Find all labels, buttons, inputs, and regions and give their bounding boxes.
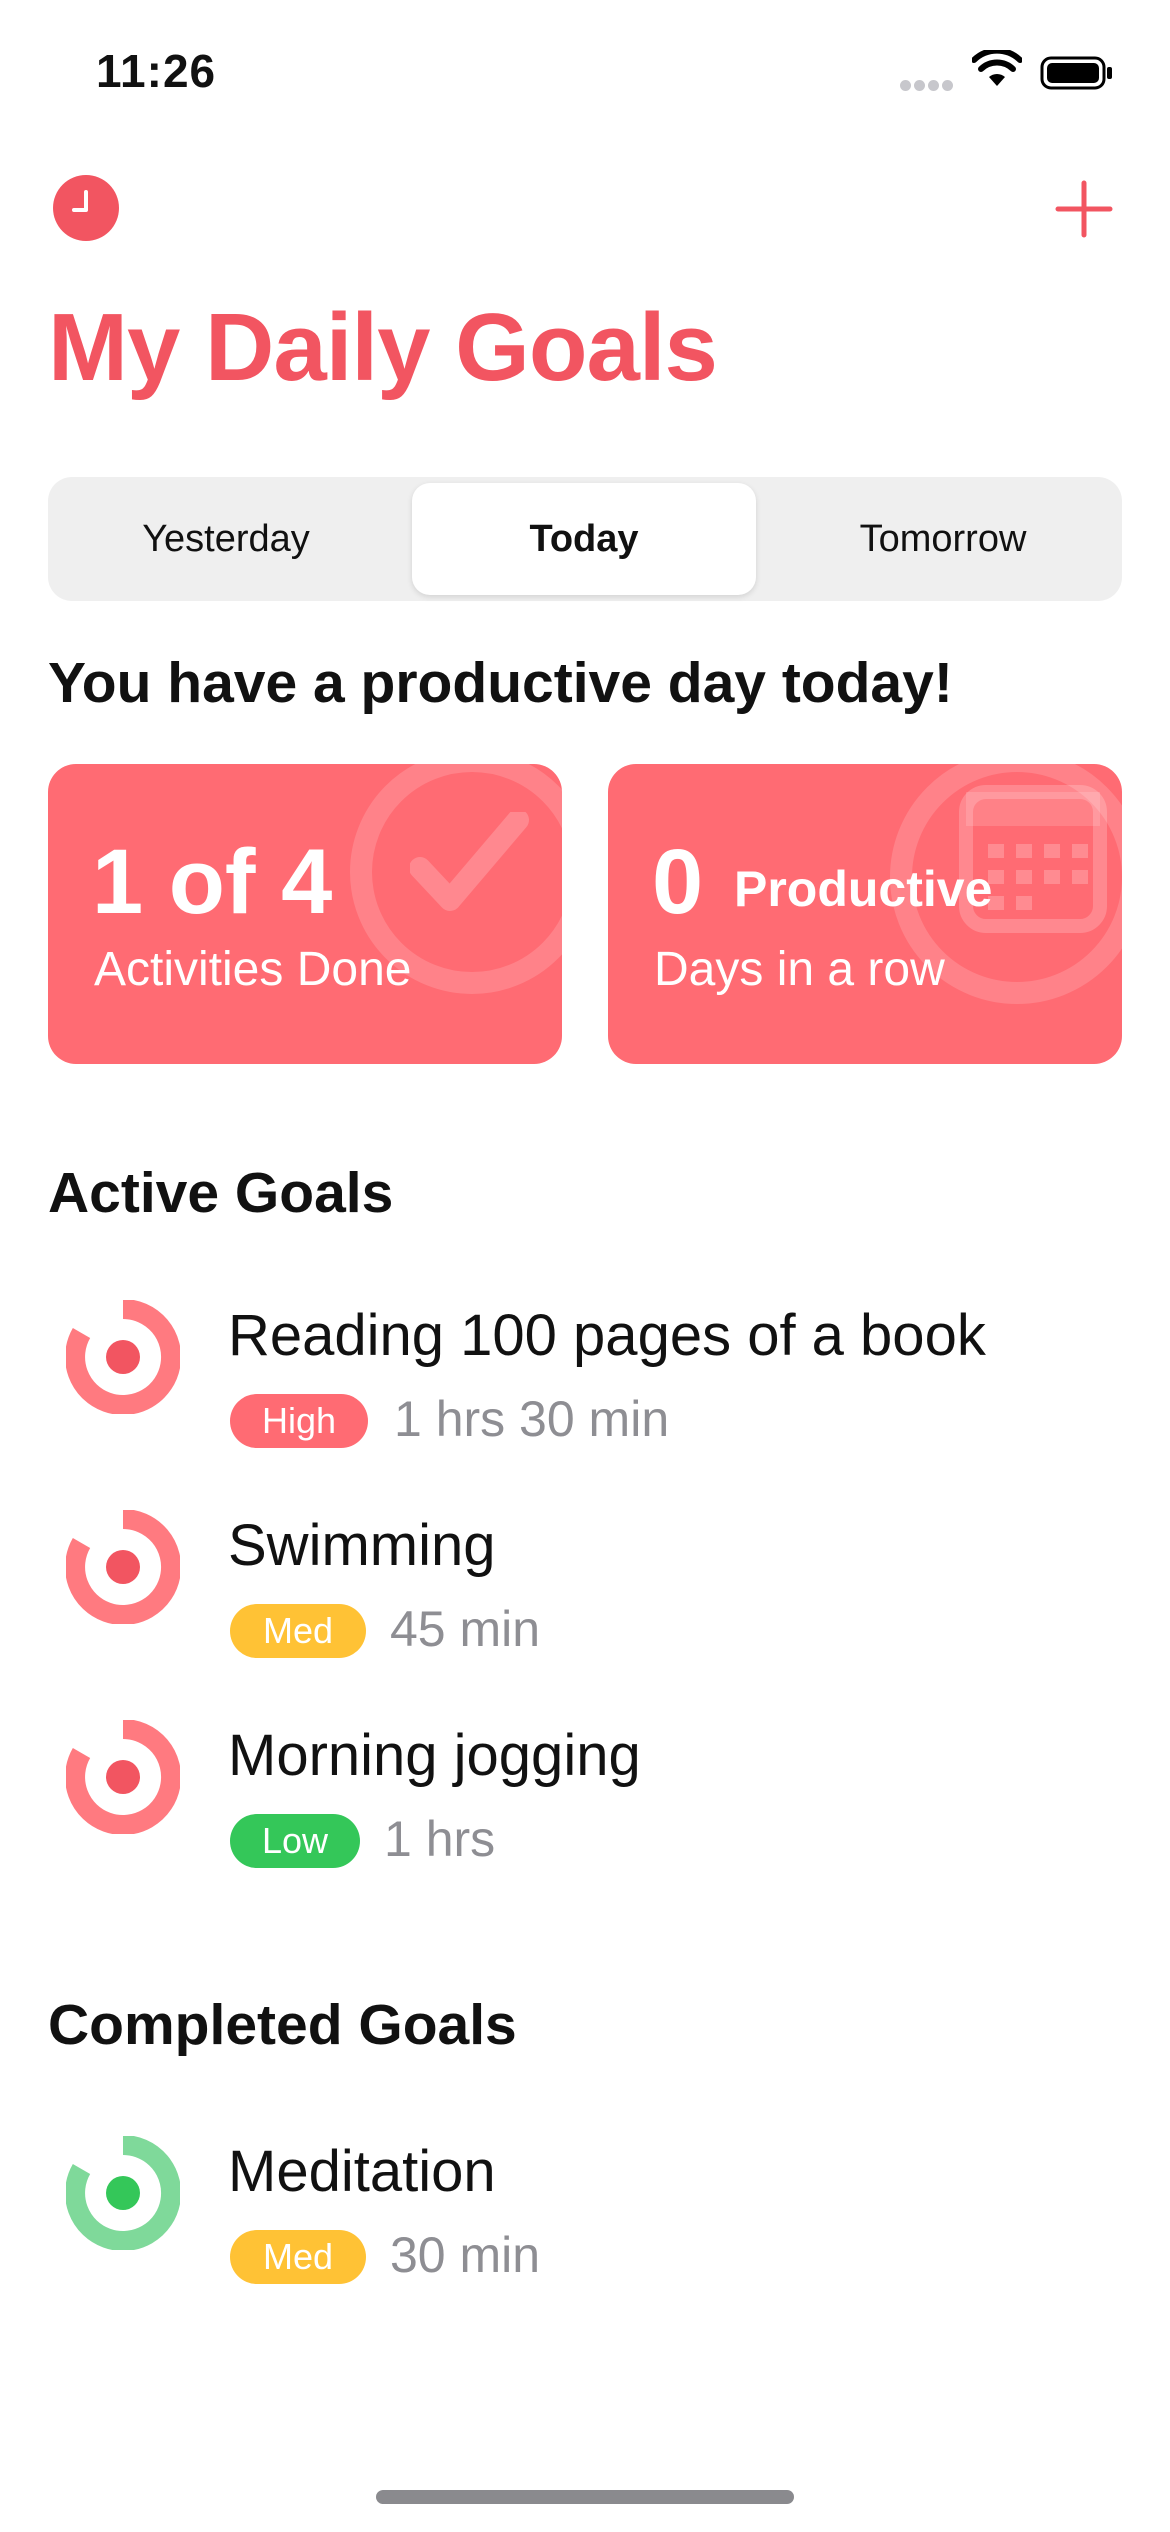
progress-ring-icon bbox=[66, 1510, 180, 1624]
goal-title: Morning jogging bbox=[228, 1723, 641, 1788]
progress-ring-icon bbox=[66, 1720, 180, 1834]
goal-title: Swimming bbox=[228, 1513, 496, 1578]
priority-badge: Low bbox=[230, 1814, 360, 1868]
clock-button[interactable] bbox=[53, 175, 119, 241]
activities-label: Activities Done bbox=[94, 943, 412, 996]
battery-icon bbox=[1040, 56, 1112, 90]
home-indicator[interactable] bbox=[376, 2490, 794, 2504]
plus-icon bbox=[1055, 180, 1113, 238]
goal-duration: 45 min bbox=[390, 1601, 541, 1657]
priority-badge: Med bbox=[230, 2230, 366, 2284]
wifi-icon bbox=[972, 50, 1022, 86]
goal-title: Meditation bbox=[228, 2139, 496, 2204]
goal-title: Reading 100 pages of a book bbox=[228, 1303, 986, 1368]
clock-icon bbox=[72, 190, 88, 212]
active-goals-heading: Active Goals bbox=[48, 1161, 394, 1225]
completed-goals-heading: Completed Goals bbox=[48, 1993, 517, 2057]
streak-count: 0 bbox=[652, 831, 704, 933]
goal-duration: 1 hrs bbox=[384, 1811, 496, 1867]
productive-streak-card: 0 Productive Days in a row bbox=[608, 764, 1122, 1064]
status-time: 11:26 bbox=[96, 45, 217, 97]
checkmark-icon bbox=[410, 812, 529, 911]
activities-count: 1 of 4 bbox=[92, 831, 333, 933]
segment-today[interactable]: Today bbox=[412, 483, 756, 595]
add-goal-button[interactable] bbox=[1055, 180, 1113, 238]
progress-ring-icon bbox=[66, 1300, 180, 1414]
priority-badge: Med bbox=[230, 1604, 366, 1658]
segment-tomorrow[interactable]: Tomorrow bbox=[764, 477, 1122, 601]
productivity-headline: You have a productive day today! bbox=[48, 651, 953, 715]
segment-yesterday[interactable]: Yesterday bbox=[48, 477, 404, 601]
page-title: My Daily Goals bbox=[48, 294, 718, 401]
progress-ring-icon bbox=[66, 2136, 180, 2250]
goal-duration: 30 min bbox=[390, 2227, 541, 2283]
day-segmented-control: Yesterday Today Tomorrow bbox=[48, 477, 1122, 601]
activities-done-card: 1 of 4 Activities Done bbox=[48, 764, 562, 1064]
streak-productive-label: Productive bbox=[734, 861, 993, 917]
priority-badge: High bbox=[230, 1394, 368, 1448]
goal-duration: 1 hrs 30 min bbox=[394, 1391, 670, 1447]
streak-label: Days in a row bbox=[654, 943, 945, 996]
